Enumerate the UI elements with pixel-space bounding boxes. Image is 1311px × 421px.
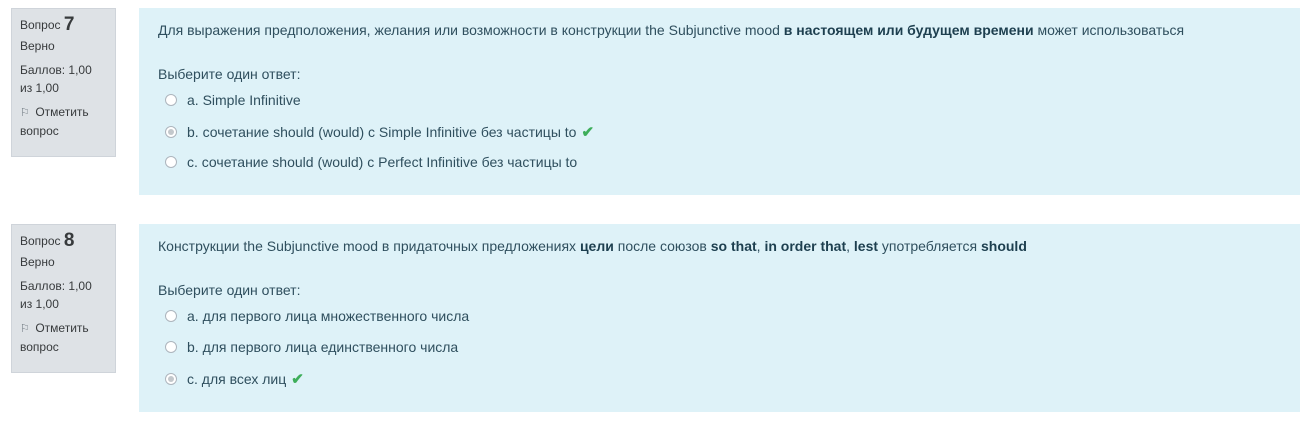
question-text-part: Конструкции the Subjunctive mood в прида… bbox=[158, 238, 580, 254]
question-text: Конструкции the Subjunctive mood в прида… bbox=[158, 238, 1027, 254]
answer-label: a. для первого лица множественного числа bbox=[187, 308, 470, 324]
answer-label: c. для всех лиц bbox=[187, 371, 287, 387]
answer-prompt: Выберите один ответ: bbox=[158, 66, 301, 82]
question-text-part: Для выражения предположения, желания или… bbox=[158, 22, 784, 38]
answer-option[interactable]: b. для первого лица единственного числа bbox=[165, 339, 458, 355]
flag-icon: ⚐ bbox=[20, 107, 30, 119]
question-state: Верно bbox=[20, 39, 55, 53]
answer-prompt: Выберите один ответ: bbox=[158, 282, 301, 298]
question-text-part: употребляется bbox=[878, 238, 981, 254]
question-label: Вопрос bbox=[20, 234, 61, 248]
answer-option[interactable]: c. для всех лиц ✔ bbox=[165, 370, 304, 388]
correct-check-icon: ✔ bbox=[581, 124, 595, 141]
answer-label: b. сочетание should (would) с Simple Inf… bbox=[187, 124, 577, 140]
flag-question-link[interactable]: ⚐ Отметить вопрос bbox=[20, 103, 107, 140]
question-info: Вопрос 7 Верно Баллов: 1,00 из 1,00 ⚐ От… bbox=[11, 8, 116, 157]
question-text: Для выражения предположения, желания или… bbox=[158, 22, 1184, 38]
answer-radio[interactable] bbox=[165, 156, 177, 168]
question-text-emphasis: lest bbox=[853, 238, 879, 254]
question-info: Вопрос 8 Верно Баллов: 1,00 из 1,00 ⚐ От… bbox=[11, 224, 116, 373]
question-text-emphasis: цели bbox=[579, 238, 614, 254]
answer-option[interactable]: a. для первого лица множественного числа bbox=[165, 308, 469, 324]
question-text-emphasis: so that bbox=[710, 238, 757, 254]
question-content: Конструкции the Subjunctive mood в прида… bbox=[139, 224, 1300, 412]
answer-radio[interactable] bbox=[165, 373, 177, 385]
answer-radio[interactable] bbox=[165, 341, 177, 353]
question-text-emphasis: в настоящем или будущем времени bbox=[783, 22, 1034, 38]
flag-question-link[interactable]: ⚐ Отметить вопрос bbox=[20, 319, 107, 356]
question-state: Верно bbox=[20, 255, 55, 269]
question-number-row: Вопрос 8 bbox=[20, 231, 107, 251]
question-text-part: после союзов bbox=[613, 238, 711, 254]
answer-radio[interactable] bbox=[165, 126, 177, 138]
question-text-emphasis: should bbox=[980, 238, 1027, 254]
answer-option[interactable]: b. сочетание should (would) с Simple Inf… bbox=[165, 123, 594, 141]
question-number-row: Вопрос 7 bbox=[20, 15, 107, 35]
question-content: Для выражения предположения, желания или… bbox=[139, 8, 1300, 195]
answer-radio[interactable] bbox=[165, 310, 177, 322]
correct-check-icon: ✔ bbox=[291, 371, 304, 388]
question-text-part: может использоваться bbox=[1033, 22, 1185, 38]
answer-label: c. сочетание should (would) с Perfect In… bbox=[187, 154, 578, 170]
answer-option[interactable]: a. Simple Infinitive bbox=[165, 92, 301, 108]
answer-label: a. Simple Infinitive bbox=[187, 92, 301, 108]
question-grade: Баллов: 1,00 из 1,00 bbox=[20, 63, 92, 95]
question-label: Вопрос bbox=[20, 18, 61, 32]
question-grade: Баллов: 1,00 из 1,00 bbox=[20, 279, 92, 311]
question-text-emphasis: in order that bbox=[764, 238, 847, 254]
answer-radio[interactable] bbox=[165, 94, 177, 106]
flag-icon: ⚐ bbox=[20, 323, 30, 335]
question-number: 7 bbox=[63, 14, 75, 35]
answer-option[interactable]: c. сочетание should (would) с Perfect In… bbox=[165, 154, 577, 170]
question-text-part: , bbox=[846, 238, 854, 254]
answer-label: b. для первого лица единственного числа bbox=[187, 339, 459, 355]
question-number: 8 bbox=[63, 230, 75, 251]
